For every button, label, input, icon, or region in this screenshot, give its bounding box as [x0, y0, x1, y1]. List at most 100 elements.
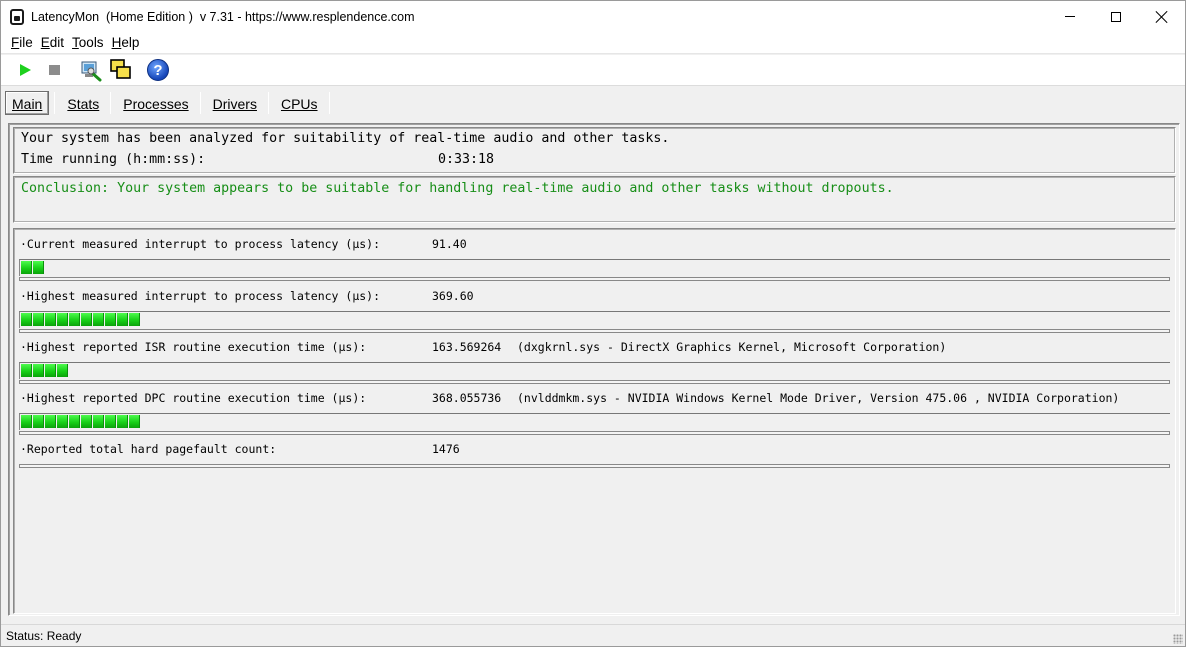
tab-main-label: Main — [12, 95, 43, 112]
metric-current-latency-label: ·Current measured interrupt to process l… — [20, 237, 381, 251]
window-controls — [1047, 1, 1185, 32]
bar-segment — [21, 415, 32, 428]
metric-isr-driver: (dxgkrnl.sys - DirectX Graphics Kernel, … — [517, 340, 947, 354]
bar-segment — [81, 415, 92, 428]
bar-segment — [21, 364, 32, 377]
bar-segment — [117, 415, 128, 428]
metric-dpc-time-bar — [19, 413, 1170, 430]
tab-separator — [328, 92, 330, 114]
bar-segment — [21, 261, 32, 274]
stop-button[interactable] — [39, 56, 69, 84]
metric-current-latency-value: 91.40 — [432, 237, 467, 251]
metrics-panel: ·Current measured interrupt to process l… — [13, 228, 1176, 614]
menu-edit[interactable]: Edit — [38, 35, 67, 50]
bar-segment — [81, 313, 92, 326]
start-button[interactable] — [9, 56, 39, 84]
menu-file-accel: F — [11, 35, 20, 50]
tab-drivers[interactable]: Drivers — [207, 91, 263, 115]
menu-edit-label: dit — [49, 35, 65, 50]
help-button[interactable]: ? — [143, 56, 173, 84]
main-panel: Your system has been analyzed for suitab… — [8, 123, 1180, 616]
latencymon-window: LatencyMon (Home Edition ) v 7.31 - http… — [0, 0, 1186, 647]
tab-processes-label: Processes — [123, 95, 189, 112]
metric-dpc-driver: (nvlddmkm.sys - NVIDIA Windows Kernel Mo… — [517, 391, 1120, 405]
bar-segment — [129, 415, 140, 428]
bar-segment — [33, 364, 44, 377]
bar-segment — [57, 313, 68, 326]
bar-segment — [69, 415, 80, 428]
tab-separator — [54, 92, 56, 114]
menu-tools-accel: T — [72, 35, 79, 50]
menu-file-label: ile — [19, 35, 33, 50]
bar-underline — [19, 464, 1170, 468]
bar-segment — [105, 415, 116, 428]
menu-file[interactable]: File — [8, 35, 36, 50]
bar-underline — [19, 380, 1170, 384]
bar-segment — [45, 313, 56, 326]
menu-help-accel: H — [111, 35, 122, 50]
bar-segment — [33, 313, 44, 326]
time-running-label: Time running (h:mm:ss): — [21, 152, 206, 167]
title-bar[interactable]: LatencyMon (Home Edition ) v 7.31 - http… — [1, 1, 1185, 32]
tab-main[interactable]: Main — [5, 91, 50, 115]
analysis-summary-panel: Your system has been analyzed for suitab… — [13, 127, 1176, 174]
driver-tool-button[interactable] — [76, 56, 106, 84]
stop-icon — [48, 65, 60, 75]
bar-segment — [45, 364, 56, 377]
time-running-value: 0:33:18 — [438, 152, 495, 167]
bar-segment — [105, 313, 116, 326]
tab-drivers-label: Drivers — [212, 95, 257, 112]
windows-icon — [110, 59, 131, 79]
tab-separator — [110, 92, 112, 114]
conclusion-text: Conclusion: Your system appears to be su… — [21, 181, 894, 196]
windows-button[interactable] — [106, 56, 136, 84]
metric-dpc-time-value: 368.055736 — [432, 391, 502, 405]
bar-segment — [33, 415, 44, 428]
menu-help[interactable]: Help — [109, 35, 143, 50]
bar-segment — [129, 313, 140, 326]
tab-cpus[interactable]: CPUs — [275, 91, 324, 115]
metric-pagefault-label: ·Reported total hard pagefault count: — [20, 442, 277, 456]
minimize-button[interactable] — [1047, 1, 1093, 32]
bar-segment — [33, 261, 44, 274]
tab-cpus-label: CPUs — [280, 95, 318, 112]
metric-highest-latency-bar — [19, 311, 1170, 328]
maximize-icon — [1111, 11, 1121, 22]
bar-underline — [19, 329, 1170, 333]
window-title: LatencyMon (Home Edition ) v 7.31 - http… — [31, 9, 415, 24]
tab-separator — [199, 92, 201, 114]
metric-isr-time-bar — [19, 362, 1170, 379]
tab-bar: Main Stats Processes Drivers CPUs — [1, 87, 1185, 119]
menu-help-label: elp — [121, 35, 140, 50]
menu-bar: File Edit Tools Help — [1, 32, 1185, 54]
bar-segment — [93, 313, 104, 326]
resize-grip-icon[interactable] — [1173, 634, 1183, 644]
status-text: Status: Ready — [6, 628, 82, 643]
metric-highest-latency-value: 369.60 — [432, 289, 474, 303]
metric-pagefault-value: 1476 — [432, 442, 460, 456]
maximize-button[interactable] — [1093, 1, 1139, 32]
bar-segment — [93, 415, 104, 428]
conclusion-panel: Conclusion: Your system appears to be su… — [13, 176, 1176, 223]
toolbar-separator — [139, 57, 140, 83]
close-icon — [1156, 11, 1168, 23]
metric-dpc-time-label: ·Highest reported DPC routine execution … — [20, 391, 367, 405]
toolbar: ? — [1, 55, 1185, 86]
play-icon — [20, 64, 31, 76]
bar-segment — [69, 313, 80, 326]
metric-isr-time-label: ·Highest reported ISR routine execution … — [20, 340, 367, 354]
bar-segment — [45, 415, 56, 428]
bar-underline — [19, 431, 1170, 435]
menu-edit-accel: E — [40, 35, 50, 50]
metric-isr-time-value: 163.569264 — [432, 340, 502, 354]
bar-segment — [21, 313, 32, 326]
app-icon — [10, 8, 24, 25]
close-button[interactable] — [1139, 1, 1185, 32]
menu-tools[interactable]: Tools — [69, 35, 107, 50]
status-bar: Status: Ready — [1, 624, 1185, 646]
bar-segment — [57, 364, 68, 377]
tab-stats[interactable]: Stats — [61, 91, 105, 115]
bar-segment — [57, 415, 68, 428]
metric-highest-latency-label: ·Highest measured interrupt to process l… — [20, 289, 381, 303]
tab-processes[interactable]: Processes — [117, 91, 194, 115]
